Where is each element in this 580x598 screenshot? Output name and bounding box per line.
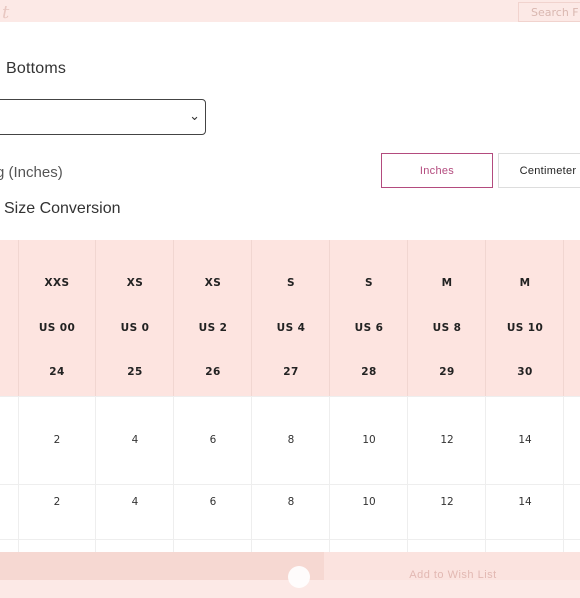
image-nav-dot[interactable] (288, 566, 310, 588)
body-column-divider (18, 396, 19, 552)
body-column-divider (251, 396, 252, 552)
table-cell: 38 (487, 551, 563, 552)
header-cell: S (365, 277, 373, 289)
header-cell: US 4 (276, 322, 306, 334)
chevron-down-icon: ⌄ (189, 109, 200, 124)
size-chart-select[interactable]: ⌄ (0, 99, 206, 135)
site-search-input[interactable]: Search F (518, 2, 580, 22)
site-logo: t (2, 2, 10, 23)
table-cell: 26 (19, 551, 95, 552)
header-cell: US 10 (506, 322, 544, 334)
header-cell: US 2 (198, 322, 228, 334)
centimeters-toggle-button[interactable]: Centimeter (498, 153, 580, 188)
table-cell: 4 (131, 496, 139, 508)
header-cell: S (287, 277, 295, 289)
body-column-divider (563, 396, 564, 552)
table-cell: 12 (440, 434, 454, 446)
header-cell: M (441, 277, 453, 289)
product-image (0, 552, 324, 580)
table-cell: 10 (362, 434, 376, 446)
table-row-divider (0, 539, 580, 540)
header-column-divider (329, 240, 330, 396)
table-cell: 6 (209, 434, 217, 446)
header-cell: US 00 (38, 322, 76, 334)
table-cell: 12 (440, 496, 454, 508)
header-cell: 26 (205, 366, 221, 378)
header-column-divider (251, 240, 252, 396)
header-cell: XS (126, 277, 144, 289)
inches-toggle-button[interactable]: Inches (381, 153, 493, 188)
header-column-divider (95, 240, 96, 396)
table-cell: 34 (331, 551, 407, 552)
header-column-divider (485, 240, 486, 396)
table-cell: 2 (53, 434, 61, 446)
body-column-divider (95, 396, 96, 552)
table-cell: 30 (175, 551, 251, 552)
header-column-divider (407, 240, 408, 396)
header-cell: M (519, 277, 531, 289)
table-cell: 14 (518, 496, 532, 508)
header-cell: 27 (283, 366, 299, 378)
header-column-divider (563, 240, 564, 396)
category-title: Bottoms (6, 60, 67, 77)
measurement-label: g (Inches) (0, 164, 63, 181)
add-to-wishlist-button[interactable]: Add to Wish List (326, 552, 580, 581)
table-cell: 2 (53, 496, 61, 508)
header-cell: 25 (127, 366, 143, 378)
header-column-divider (173, 240, 174, 396)
header-cell: 30 (517, 366, 533, 378)
header-cell: US 0 (120, 322, 150, 334)
body-column-divider (329, 396, 330, 552)
size-guide-modal: Bottoms ⌄ g (Inches) Inches Centimeter l… (0, 22, 580, 552)
header-cell: US 6 (354, 322, 384, 334)
header-cell: XS (204, 277, 222, 289)
table-cell: 32 (253, 551, 329, 552)
body-column-divider (407, 396, 408, 552)
header-cell: 24 (49, 366, 65, 378)
header-cell: 29 (439, 366, 455, 378)
table-cell: 6 (209, 496, 217, 508)
header-cell: XXS (44, 277, 70, 289)
site-header-bg (0, 0, 580, 22)
table-cell: 14 (518, 434, 532, 446)
table-cell: 36 (409, 551, 485, 552)
header-cell: 28 (361, 366, 377, 378)
body-column-divider (173, 396, 174, 552)
table-cell: 28 (97, 551, 173, 552)
table-cell: 4 (131, 434, 139, 446)
table-cell: 10 (362, 496, 376, 508)
table-row-divider (0, 396, 580, 397)
size-conversion-title: l Size Conversion (0, 200, 121, 217)
table-row-divider (0, 484, 580, 485)
body-column-divider (485, 396, 486, 552)
header-cell: US 8 (432, 322, 462, 334)
table-cell: 8 (287, 434, 295, 446)
table-cell: 8 (287, 496, 295, 508)
